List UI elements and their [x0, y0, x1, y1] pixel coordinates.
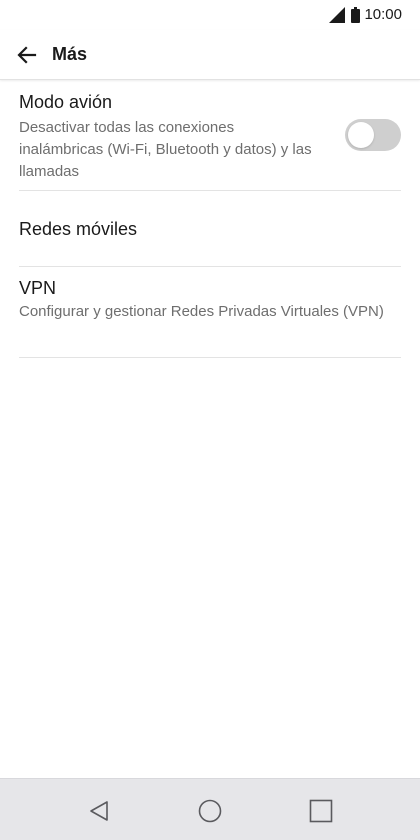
nav-home-button[interactable]: [192, 793, 228, 829]
vpn-title: VPN: [19, 278, 57, 298]
nav-back-button[interactable]: [81, 793, 117, 829]
airplane-mode-toggle[interactable]: [345, 119, 401, 151]
settings-list: Modo avión Desactivar todas las conexion…: [0, 80, 420, 358]
back-button[interactable]: [10, 38, 44, 72]
nav-recents-button[interactable]: [303, 793, 339, 829]
navigation-bar: [0, 778, 420, 840]
list-item-airplane-mode[interactable]: Modo avión Desactivar todas las conexion…: [19, 80, 401, 191]
nav-back-icon: [90, 801, 108, 821]
toggle-knob: [348, 122, 374, 148]
clock: 10:00: [364, 6, 402, 23]
airplane-mode-description: Desactivar todas las conexiones inalámbr…: [19, 119, 312, 180]
nav-home-icon: [198, 799, 222, 823]
arrow-left-icon: [17, 46, 37, 64]
status-bar: 10:00: [0, 0, 420, 30]
app-bar: Más: [0, 30, 420, 80]
vpn-description: Configurar y gestionar Redes Privadas Vi…: [19, 303, 384, 320]
signal-icon: [329, 7, 346, 23]
status-icons: 10:00: [329, 6, 402, 24]
page-title: Más: [52, 44, 88, 64]
list-item-mobile-networks[interactable]: Redes móviles: [19, 191, 401, 267]
list-item-vpn[interactable]: VPN Configurar y gestionar Redes Privada…: [19, 267, 401, 358]
battery-icon: [351, 7, 361, 23]
nav-recents-icon: [309, 799, 333, 823]
mobile-networks-title: Redes móviles: [19, 219, 138, 239]
airplane-mode-title: Modo avión: [19, 92, 113, 112]
